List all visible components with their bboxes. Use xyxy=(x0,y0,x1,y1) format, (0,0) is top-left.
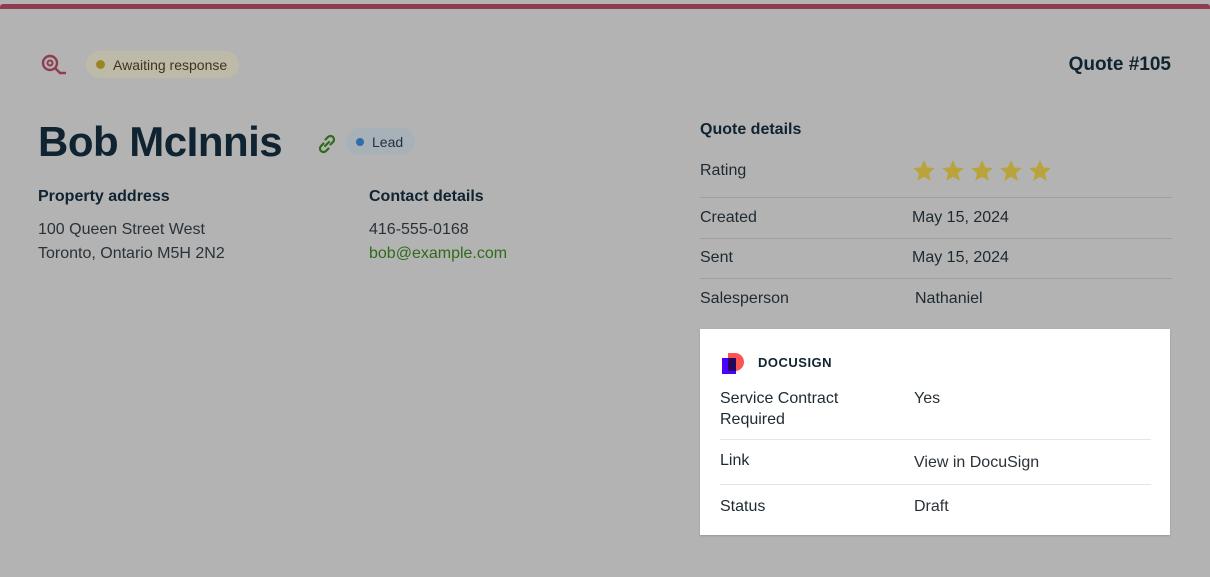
property-address-line1: 100 Queen Street West xyxy=(38,221,205,238)
docusign-card: DOCUSIGN Service Contract Required Yes L… xyxy=(700,329,1170,535)
contact-details-title: Contact details xyxy=(369,188,484,205)
docusign-title: DOCUSIGN xyxy=(758,355,833,370)
contact-phone[interactable]: 416-555-0168 xyxy=(369,221,469,239)
docusign-divider xyxy=(720,484,1151,485)
service-contract-label: Service Contract Required xyxy=(720,390,839,428)
rating-stars xyxy=(911,158,1053,184)
status-badge: Awaiting response xyxy=(86,51,240,78)
salesperson-value: Nathaniel xyxy=(915,290,983,307)
contact-email-link[interactable]: bob@example.com xyxy=(369,245,507,263)
star-icon xyxy=(1000,160,1022,181)
quote-details-title: Quote details xyxy=(700,121,802,138)
client-tag-badge: Lead xyxy=(346,128,416,155)
docusign-status-label: Status xyxy=(720,498,766,515)
link-icon[interactable] xyxy=(315,132,339,156)
quote-details-divider xyxy=(700,278,1172,279)
star-icon xyxy=(1029,160,1051,181)
status-label: Awaiting response xyxy=(113,56,228,73)
quote-icon xyxy=(40,53,67,77)
rating-label: Rating xyxy=(700,162,747,179)
docusign-divider xyxy=(720,439,1151,440)
docusign-status-value: Draft xyxy=(914,498,949,515)
salesperson-label: Salesperson xyxy=(700,290,789,307)
client-tag-label: Lead xyxy=(372,133,404,150)
quote-details-divider xyxy=(700,238,1172,239)
client-name: Bob McInnis xyxy=(38,118,283,165)
service-contract-value: Yes xyxy=(914,390,941,407)
top-accent-bar xyxy=(0,0,1210,13)
status-dot xyxy=(96,60,105,69)
link-label: Link xyxy=(720,452,750,469)
star-icon xyxy=(913,160,935,181)
quote-number: Quote #105 xyxy=(1068,54,1171,75)
sent-label: Sent xyxy=(700,249,733,266)
docusign-logo-icon xyxy=(722,352,746,376)
lead-dot xyxy=(356,137,364,146)
sent-value: May 15, 2024 xyxy=(912,249,1009,266)
created-label: Created xyxy=(700,209,757,226)
property-address-line2: Toronto, Ontario M5H 2N2 xyxy=(38,245,225,262)
star-icon xyxy=(942,160,964,181)
view-in-docusign-link[interactable]: View in DocuSign xyxy=(914,452,1039,473)
property-address-title: Property address xyxy=(38,188,170,205)
created-value: May 15, 2024 xyxy=(912,209,1009,226)
star-icon xyxy=(971,160,993,181)
quote-details-divider xyxy=(700,197,1172,198)
